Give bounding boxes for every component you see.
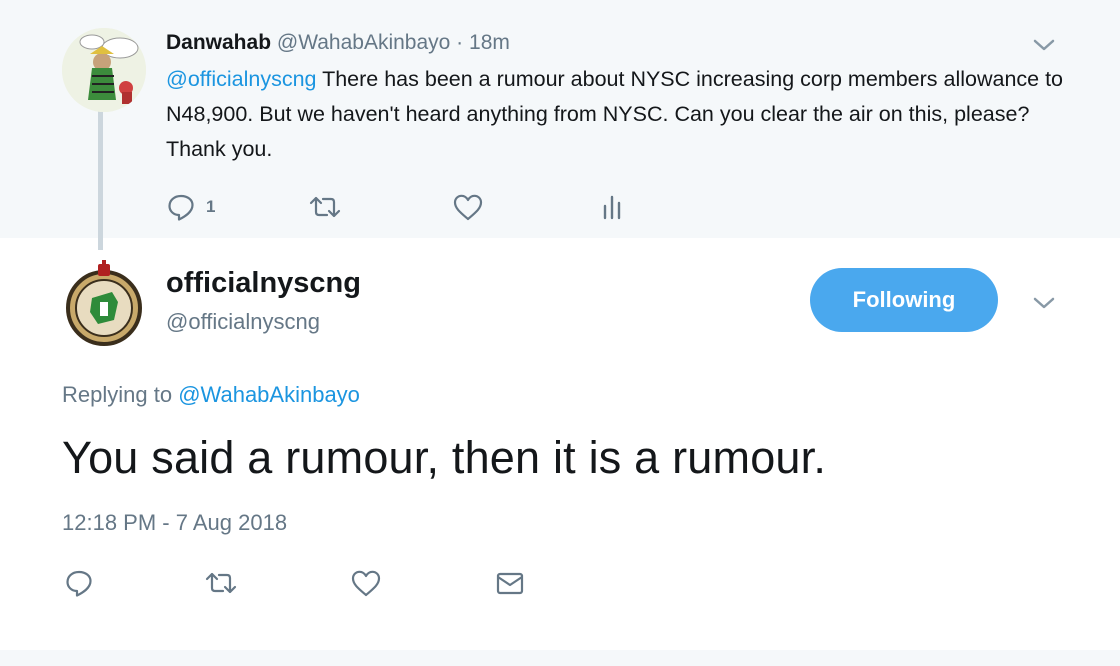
reply-action-bar [62, 566, 582, 602]
header-separator: · [450, 31, 470, 54]
parent-tweet-header: Danwahab @WahabAkinbayo · 18m [166, 30, 510, 56]
chevron-down-icon [1033, 39, 1055, 51]
reply-reply-button[interactable] [64, 566, 94, 600]
reply-icon [168, 194, 194, 221]
reply-retweet-button[interactable] [204, 566, 238, 600]
like-icon [351, 570, 381, 597]
replying-to-link[interactable]: @WahabAkinbayo [178, 382, 360, 407]
like-icon [453, 194, 483, 221]
parent-reply-count: 1 [206, 197, 216, 216]
reply-more-menu[interactable] [1030, 292, 1058, 314]
parent-display-name[interactable]: Danwahab [166, 31, 271, 54]
reply-direct-message-button[interactable] [494, 566, 526, 600]
chevron-down-icon [1033, 297, 1055, 309]
parent-action-bar: 1 [166, 190, 666, 224]
retweet-icon [309, 196, 341, 218]
cartoon-avatar-icon [62, 28, 146, 112]
parent-time-ago[interactable]: 18m [469, 31, 510, 54]
reply-icon [66, 570, 92, 597]
bottom-divider [0, 650, 1120, 666]
reply-timestamp[interactable]: 12:18 PM - 7 Aug 2018 [62, 508, 287, 538]
message-icon [496, 572, 524, 595]
reply-avatar[interactable] [62, 258, 146, 346]
parent-like-button[interactable] [452, 190, 484, 224]
parent-tweet[interactable]: Danwahab @WahabAkinbayo · 18m @officialn… [0, 0, 1120, 250]
reply-like-button[interactable] [350, 566, 382, 600]
parent-analytics-button[interactable] [598, 190, 626, 224]
parent-more-menu[interactable] [1030, 34, 1058, 56]
parent-reply-button[interactable]: 1 [166, 190, 215, 224]
parent-handle[interactable]: @WahabAkinbayo [277, 31, 450, 54]
parent-retweet-button[interactable] [308, 190, 342, 224]
analytics-icon [603, 195, 621, 220]
replying-prefix: Replying to [62, 382, 179, 407]
following-button[interactable]: Following [810, 268, 998, 332]
reply-handle[interactable]: @officialnyscng [166, 308, 320, 336]
replying-to-line: Replying to @WahabAkinbayo [62, 380, 360, 410]
parent-avatar[interactable] [62, 28, 146, 112]
reply-tweet-text: You said a rumour, then it is a rumour. [62, 432, 827, 483]
reply-display-name[interactable]: officialnyscng [166, 266, 361, 300]
retweet-icon [205, 572, 237, 594]
nysc-logo-icon [66, 260, 142, 346]
parent-tweet-text: @officialnyscng There has been a rumour … [166, 62, 1066, 167]
thread-connector-line [98, 110, 103, 250]
parent-mention-link[interactable]: @officialnyscng [166, 67, 317, 91]
